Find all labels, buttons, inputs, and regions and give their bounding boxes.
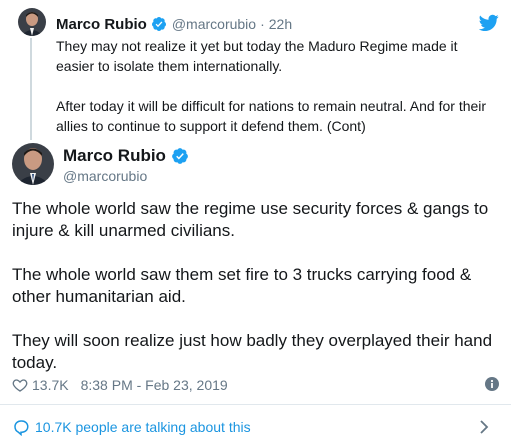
parent-tweet-header: Marco Rubio @marcorubio · 22h xyxy=(56,14,292,34)
twitter-bird-icon[interactable] xyxy=(478,14,499,32)
talking-count-text: 10.7K people are talking about this xyxy=(35,419,251,435)
parent-tweet-paragraph: After today it will be difficult for nat… xyxy=(56,98,487,134)
main-tweet-text: The whole world saw the regime use secur… xyxy=(12,198,502,374)
main-tweet-author: Marco Rubio xyxy=(63,146,189,166)
thread-connector-line xyxy=(30,38,32,140)
chevron-right-icon xyxy=(479,420,489,434)
conversation-link[interactable]: 10.7K people are talking about this xyxy=(12,416,499,438)
author-name[interactable]: Marco Rubio xyxy=(56,16,147,33)
main-tweet-paragraph: The whole world saw the regime use secur… xyxy=(12,199,489,240)
main-tweet-paragraph: The whole world saw them set fire to 3 t… xyxy=(12,265,472,306)
like-count[interactable]: 13.7K xyxy=(32,377,69,393)
author-handle[interactable]: @marcorubio xyxy=(172,16,256,32)
tweet-meta-row: 13.7K 8:38 PM - Feb 23, 2019 xyxy=(12,375,499,395)
tweet-timestamp[interactable]: 8:38 PM - Feb 23, 2019 xyxy=(81,377,228,393)
heart-icon[interactable] xyxy=(12,377,28,393)
separator-dot: · xyxy=(260,16,265,32)
verified-badge-icon xyxy=(151,16,167,32)
tweet-time-link[interactable]: 22h xyxy=(269,16,292,32)
parent-tweet[interactable]: Marco Rubio @marcorubio · 22h They may n… xyxy=(0,0,511,140)
parent-tweet-text: They may not realize it yet but today th… xyxy=(56,36,496,136)
author-handle[interactable]: @marcorubio xyxy=(63,168,147,184)
avatar[interactable] xyxy=(12,143,54,185)
main-tweet-paragraph: They will soon realize just how badly th… xyxy=(12,331,493,372)
avatar[interactable] xyxy=(18,8,46,36)
verified-badge-icon xyxy=(171,147,189,165)
info-icon[interactable] xyxy=(485,377,499,391)
speech-bubble-icon xyxy=(12,418,30,437)
parent-tweet-paragraph: They may not realize it yet but today th… xyxy=(56,38,458,74)
author-name[interactable]: Marco Rubio xyxy=(63,146,166,166)
divider xyxy=(0,404,511,405)
